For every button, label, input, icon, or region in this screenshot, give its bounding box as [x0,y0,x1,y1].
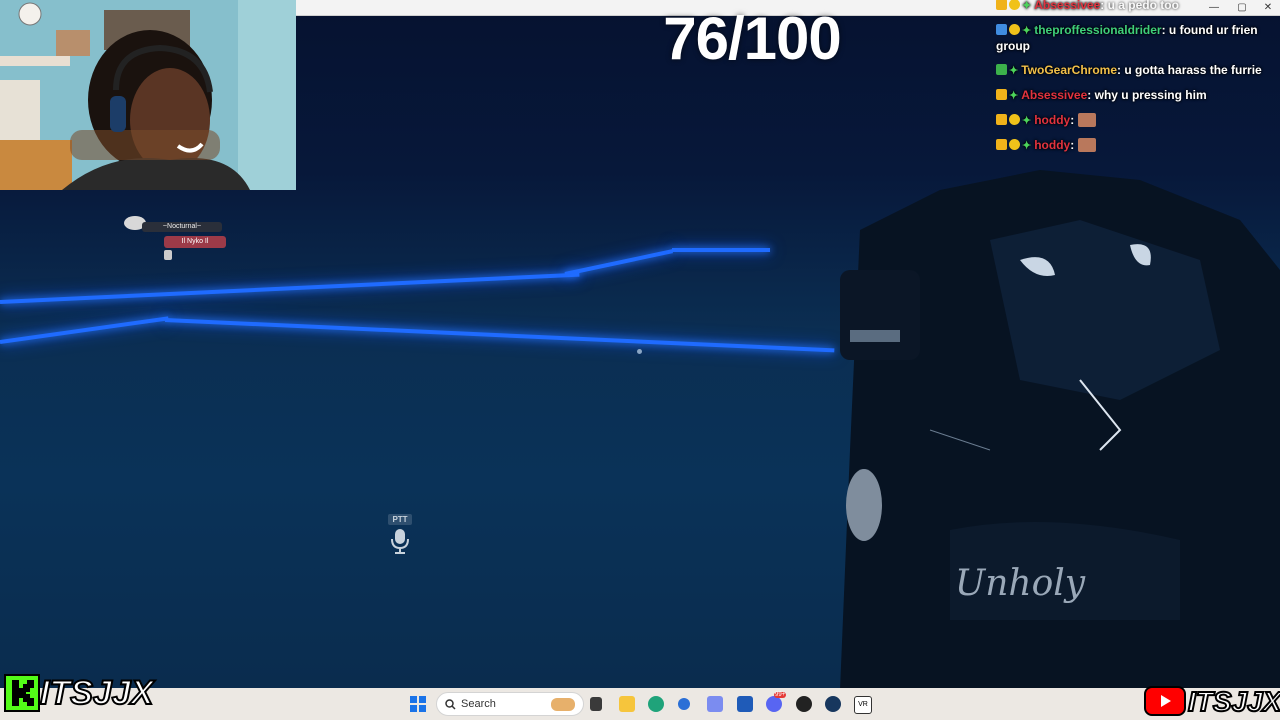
youtube-handle: ITSJJX [1187,685,1280,718]
chat-message: ✦ hoddy: [992,109,1280,134]
discord-icon[interactable] [766,696,782,712]
app-gradient-icon[interactable] [707,696,723,712]
microphone-icon [391,529,409,554]
sparkle-badge-icon: ✦ [1022,140,1032,152]
file-explorer-icon[interactable] [619,696,635,712]
neon-edge-lower-left [0,316,169,344]
sparkle-badge-icon: ✦ [1009,90,1019,102]
steam-icon[interactable] [825,696,841,712]
chat-username: hoddy [1034,138,1071,152]
windows-logo-icon [410,696,426,712]
neon-edge-top [672,248,770,252]
chat-separator: : [1070,113,1078,127]
app-grid-icon[interactable] [737,696,753,712]
chat-message: ✦ Absessivee: why u pressing him [992,84,1280,109]
chat-separator: : [1087,88,1095,102]
neon-edge-upper-rise [564,249,674,276]
youtube-logo-icon [1144,686,1186,716]
moderator-badge-icon [996,24,1007,35]
nametag-primary-name: ~Nocturnal~ [142,222,222,232]
crown-badge-icon [996,89,1007,100]
chat-text: u gotta harass the furrie [1124,63,1262,77]
push-to-talk-indicator: PTT [388,514,412,560]
neon-edge-upper [0,272,580,304]
task-view-icon[interactable] [590,697,602,711]
edge-browser-icon[interactable] [648,696,664,712]
search-placeholder: Search [461,698,496,710]
chat-separator: : [1070,138,1078,152]
chat-emote-icon [1077,138,1096,152]
chat-message: ✦ theproffessionaldrider: u found ur frie… [992,19,1280,59]
player-nametag: ~Nocturnal~ Il Nyko Il [124,214,228,274]
vrchat-icon[interactable]: VR [854,696,872,714]
chat-username: TwoGearChrome [1021,63,1118,77]
nametag-mic-icon [164,250,172,260]
chat-text: u a pedo too [1107,0,1179,12]
coin-badge-icon [1009,114,1020,125]
search-highlight-icon [551,698,575,711]
sparkle-badge-icon: ✦ [1022,115,1032,127]
search-icon [445,699,456,710]
kick-handle: ITSJJX [39,673,154,713]
reticle-dot [637,349,642,354]
webcam-feed [0,0,296,190]
sparkle-badge-icon: ✦ [1022,25,1032,37]
crown-badge-icon [996,0,1007,10]
youtube-branding: ITSJJX [1144,684,1280,720]
start-button[interactable] [410,696,426,712]
chat-username: hoddy [1034,113,1071,127]
nametag-secondary-name: Il Nyko Il [164,236,226,248]
obs-icon[interactable] [796,696,812,712]
coin-badge-icon [1009,139,1020,150]
chat-separator: : [1100,0,1108,12]
chat-message: ✦ TwoGearChrome: u gotta harass the furri… [992,59,1280,84]
discord-notification-badge: 99+ [774,692,787,698]
ptt-label: PTT [388,514,412,525]
chat-emote-icon [1077,113,1096,127]
crown-badge-icon [996,114,1007,125]
app-blue-circle-icon[interactable] [678,698,690,710]
chat-username: Absessivee [1021,88,1088,102]
crown-badge-icon [996,139,1007,150]
sparkle-badge-icon: ✦ [1022,0,1032,12]
chat-separator: : [1161,23,1169,37]
windows-taskbar: Search 99+ VR [0,688,1280,720]
taskbar-search-box[interactable]: Search [436,692,584,716]
chat-username: Absessivee [1034,0,1101,12]
chat-message: ✦ hoddy: [992,134,1280,159]
coin-badge-icon [1009,24,1020,35]
chat-username: theproffessionaldrider [1034,23,1162,37]
kick-branding: ITSJJX [4,672,164,716]
sparkle-badge-icon: ✦ [1009,65,1019,77]
chat-text: why u pressing him [1094,88,1207,102]
avatar-shirt-text: Unholy [955,563,1086,604]
neon-edge-lower [164,318,835,353]
furry-avatar: Unholy [840,170,1280,688]
kick-logo-icon [4,674,40,712]
coin-badge-icon [1009,0,1020,10]
progress-counter: 76/100 [663,5,842,72]
chat-message: ✦ Absessivee: u a pedo too [992,0,1280,19]
subscriber-badge-icon [996,64,1007,75]
stream-chat-overlay: ✦ Absessivee: u a pedo too ✦ theproffession… [992,0,1280,159]
